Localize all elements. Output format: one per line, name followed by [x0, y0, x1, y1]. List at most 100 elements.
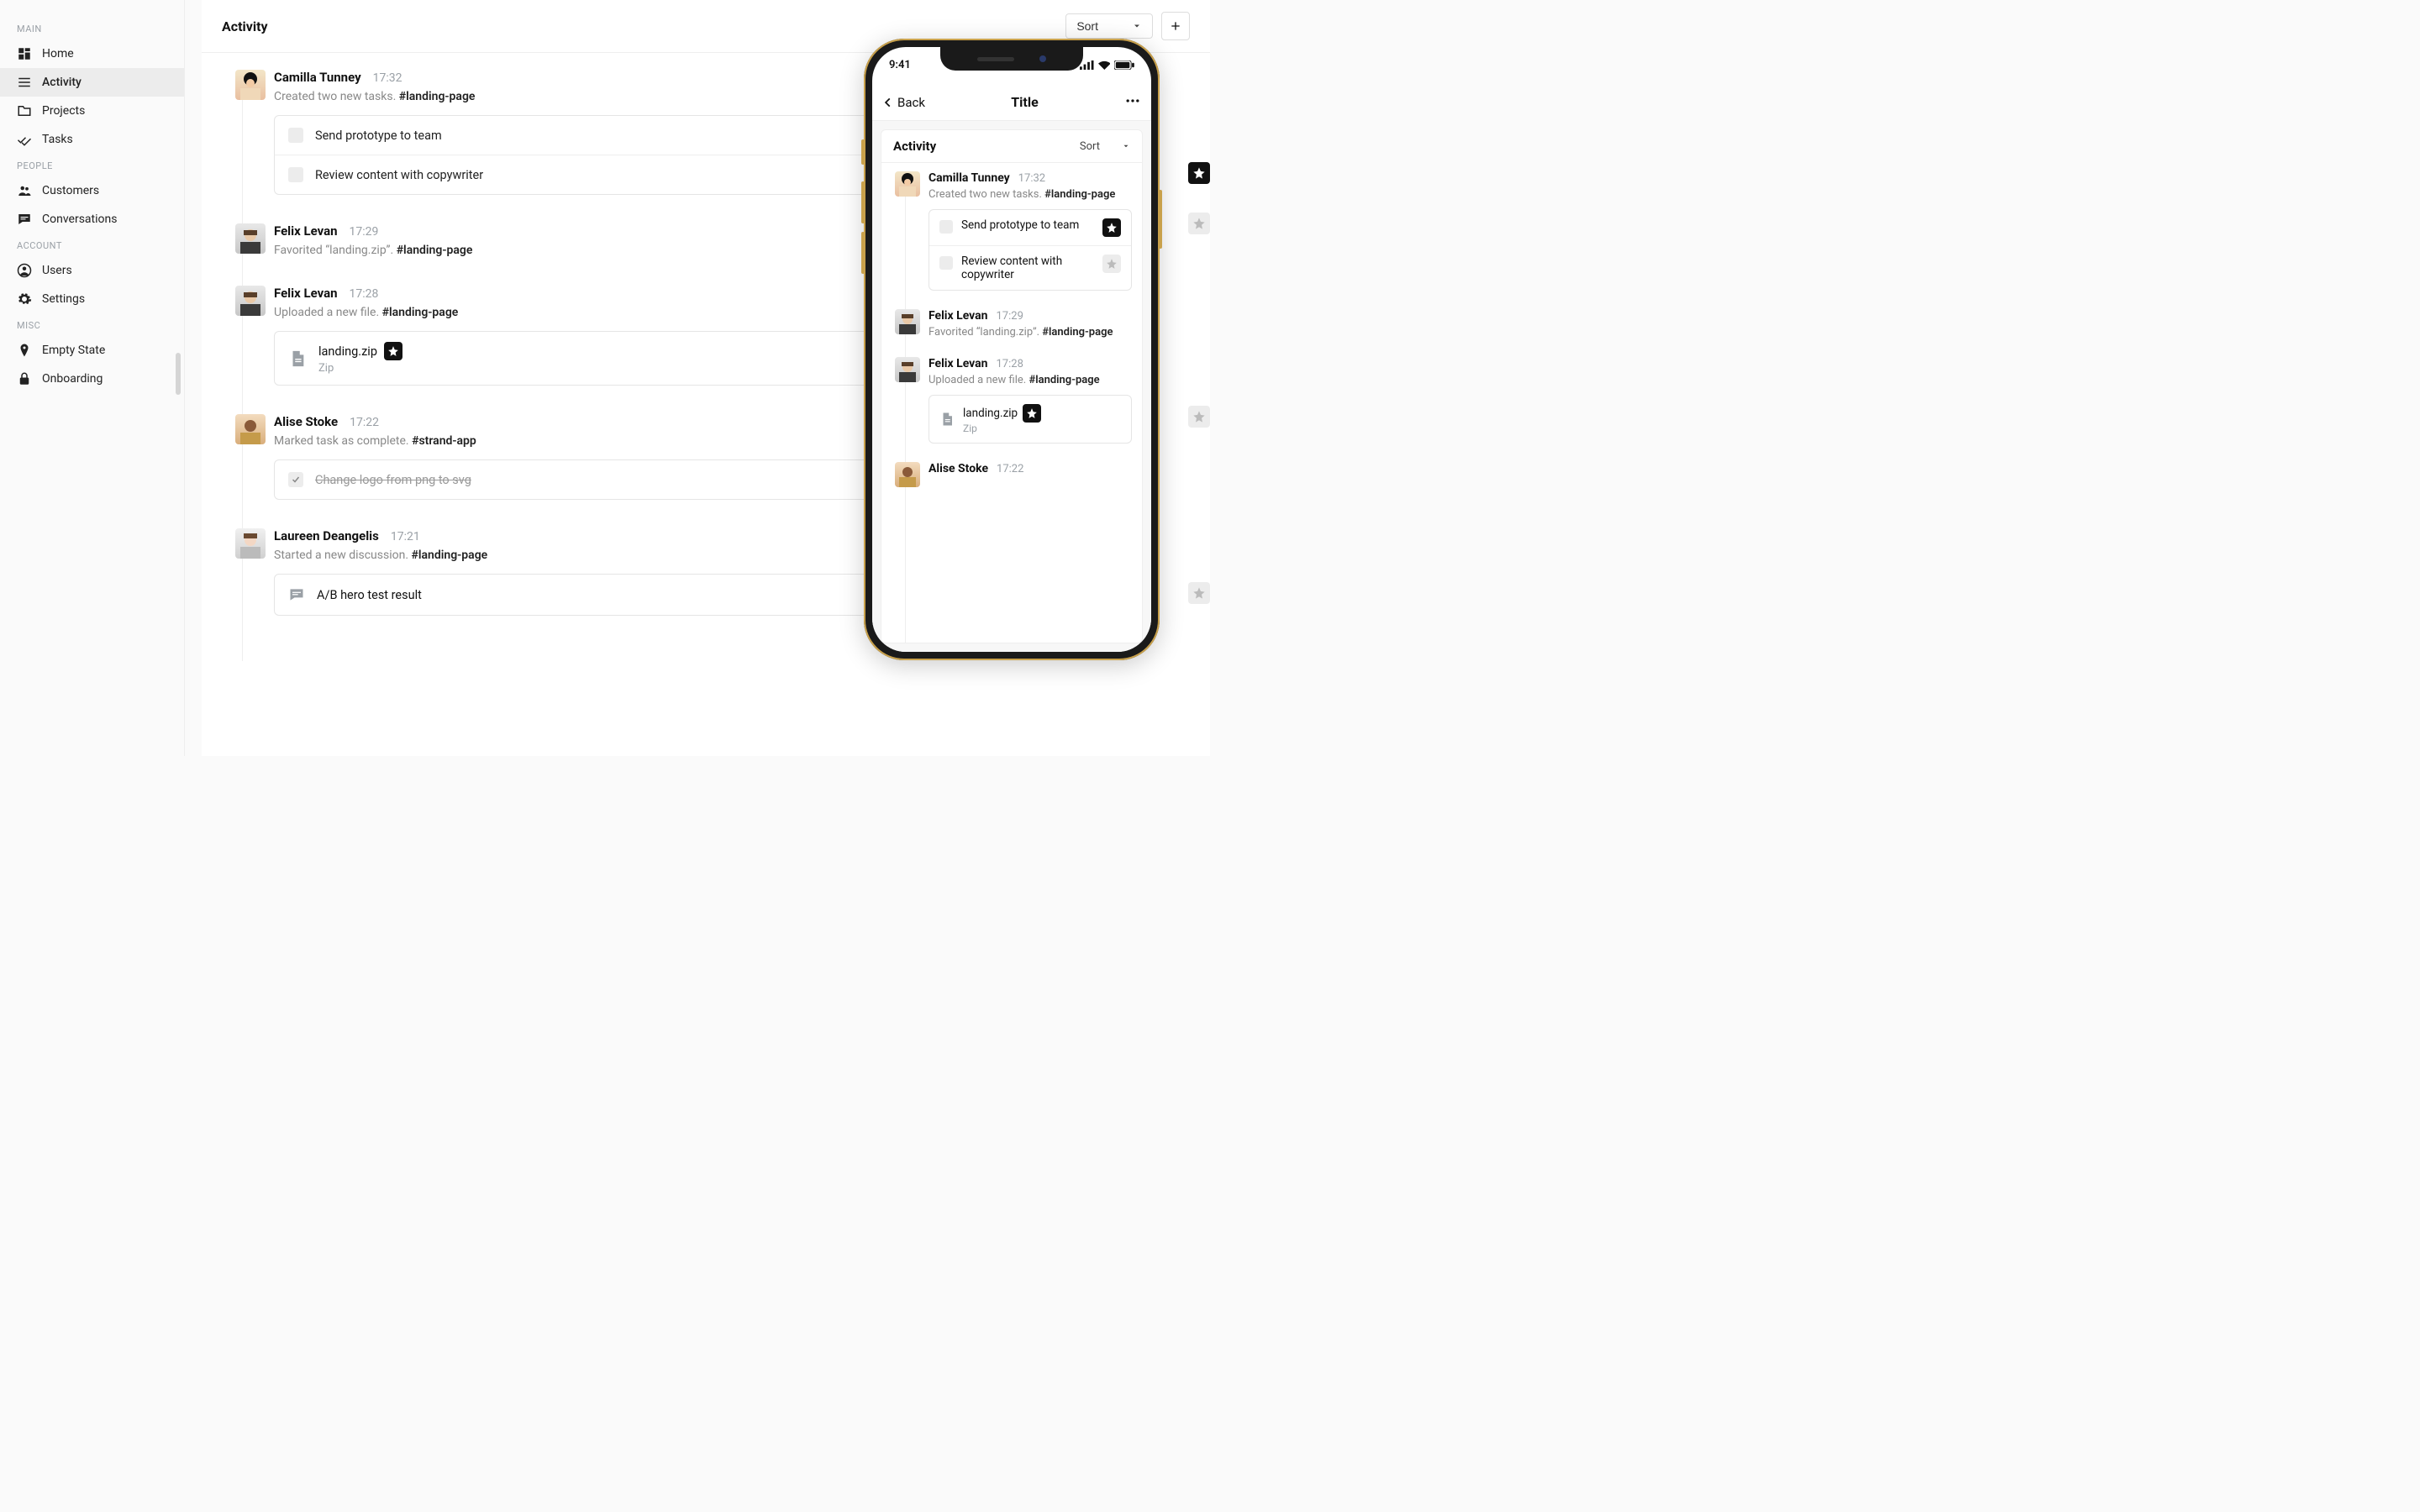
sidebar-item-label: Tasks	[42, 133, 73, 146]
double-check-icon	[17, 132, 32, 147]
task-row[interactable]: Send prototype to team	[275, 116, 912, 155]
task-list: Send prototype to team Review content wi…	[274, 115, 913, 195]
star-badge[interactable]	[1102, 218, 1121, 237]
add-button[interactable]	[1161, 12, 1190, 40]
chat-icon	[17, 212, 32, 227]
hashtag[interactable]: #strand-app	[412, 434, 476, 448]
folder-icon	[17, 103, 32, 118]
phone-mock: 9:41 Back Title Activity Sort	[864, 39, 1160, 660]
sidebar-item-conversations[interactable]: Conversations	[0, 205, 184, 234]
pin-icon	[17, 343, 32, 358]
feed-entry: Felix Levan17:29 Favorited “landing.zip”…	[892, 309, 1132, 339]
hashtag[interactable]: #landing-page	[412, 549, 488, 562]
sidebar-item-onboarding[interactable]: Onboarding	[0, 365, 184, 393]
discussion-card[interactable]: A/B hero test result	[274, 574, 913, 616]
phone-sort-button[interactable]: Sort	[1080, 140, 1130, 153]
file-card[interactable]: landing.zip Zip	[929, 395, 1132, 444]
sidebar-group-people: PEOPLE	[0, 154, 184, 176]
hashtag[interactable]: #landing-page	[1042, 326, 1113, 339]
sidebar-item-customers[interactable]: Customers	[0, 176, 184, 205]
sidebar-item-label: Settings	[42, 292, 85, 306]
star-chip[interactable]	[1188, 162, 1210, 184]
sidebar-item-home[interactable]: Home	[0, 39, 184, 68]
entry-time: 17:21	[391, 530, 420, 543]
sidebar-item-label: Empty State	[42, 344, 105, 357]
entry-author: Felix Levan	[929, 309, 988, 323]
task-list: Change logo from png to svg	[274, 459, 913, 500]
star-chip-ghost[interactable]	[1188, 213, 1210, 234]
more-button[interactable]	[1124, 92, 1141, 113]
checkbox[interactable]	[288, 167, 303, 182]
avatar	[895, 462, 920, 487]
hashtag[interactable]: #landing-page	[399, 90, 476, 103]
entry-time: 17:22	[350, 416, 379, 429]
entry-author: Alise Stoke	[929, 462, 988, 475]
avatar	[895, 171, 920, 197]
entry-time: 17:32	[1018, 172, 1045, 185]
file-card[interactable]: landing.zip Zip	[274, 331, 913, 386]
star-chip-ghost[interactable]	[1188, 582, 1210, 604]
avatar	[895, 357, 920, 382]
sidebar-item-settings[interactable]: Settings	[0, 285, 184, 313]
task-row[interactable]: Send prototype to team	[929, 210, 1131, 245]
checkbox-checked[interactable]	[288, 472, 303, 487]
task-label: Review content with copywriter	[961, 255, 1094, 281]
gear-icon	[17, 291, 32, 307]
checkbox[interactable]	[939, 256, 953, 270]
sidebar-item-label: Users	[42, 264, 72, 277]
task-row[interactable]: Review content with copywriter	[929, 245, 1131, 290]
entry-time: 17:28	[350, 287, 379, 301]
phone-panel-title: Activity	[893, 139, 936, 154]
entry-author: Laureen Deangelis	[274, 528, 379, 543]
hashtag[interactable]: #landing-page	[397, 244, 473, 257]
page-title: Activity	[222, 18, 268, 34]
sidebar-item-projects[interactable]: Projects	[0, 97, 184, 125]
avatar	[235, 528, 266, 559]
back-button[interactable]: Back	[882, 95, 925, 110]
phone-body: Activity Sort Camilla Tunney17:32 Create…	[872, 121, 1151, 652]
status-time: 9:41	[889, 59, 911, 71]
task-label: Change logo from png to svg	[315, 473, 471, 487]
wifi-icon	[1098, 60, 1111, 70]
entry-time: 17:29	[350, 225, 379, 239]
sidebar-item-label: Home	[42, 47, 74, 60]
checkbox[interactable]	[288, 128, 303, 143]
sidebar-item-activity[interactable]: Activity	[0, 68, 184, 97]
task-label: Review content with copywriter	[315, 168, 483, 182]
sidebar-item-label: Onboarding	[42, 372, 103, 386]
back-label: Back	[897, 95, 925, 110]
checkbox[interactable]	[939, 220, 953, 234]
hashtag[interactable]: #landing-page	[1044, 188, 1115, 201]
avatar	[235, 286, 266, 316]
sidebar-group-misc: MISC	[0, 313, 184, 336]
avatar	[235, 223, 266, 254]
phone-mute-switch	[861, 139, 865, 165]
scrollbar-thumb[interactable]	[176, 353, 181, 395]
sidebar-item-empty-state[interactable]: Empty State	[0, 336, 184, 365]
star-badge[interactable]	[384, 342, 402, 360]
avatar	[895, 309, 920, 334]
phone-panel: Activity Sort Camilla Tunney17:32 Create…	[881, 129, 1143, 643]
hashtag[interactable]: #landing-page	[382, 306, 459, 319]
sort-button[interactable]: Sort	[1065, 13, 1153, 39]
battery-icon	[1114, 60, 1134, 70]
entry-time: 17:29	[997, 310, 1023, 323]
avatar	[235, 70, 266, 100]
sidebar: MAIN Home Activity Projects Tasks PEOPLE…	[0, 0, 185, 756]
sidebar-item-users[interactable]: Users	[0, 256, 184, 285]
hashtag[interactable]: #landing-page	[1028, 374, 1099, 386]
entry-author: Felix Levan	[274, 223, 338, 239]
entry-author: Felix Levan	[929, 357, 988, 370]
dashboard-icon	[17, 46, 32, 61]
sidebar-item-tasks[interactable]: Tasks	[0, 125, 184, 154]
star-chip-ghost[interactable]	[1188, 406, 1210, 428]
sort-label: Sort	[1080, 140, 1100, 153]
star-badge[interactable]	[1023, 404, 1041, 423]
entry-author: Felix Levan	[274, 286, 338, 301]
task-row[interactable]: Change logo from png to svg	[275, 460, 912, 499]
comment-icon	[288, 586, 305, 603]
file-icon	[939, 412, 955, 427]
star-badge-ghost[interactable]	[1102, 255, 1121, 273]
phone-panel-header: Activity Sort	[881, 130, 1142, 163]
task-row[interactable]: Review content with copywriter	[275, 155, 912, 194]
